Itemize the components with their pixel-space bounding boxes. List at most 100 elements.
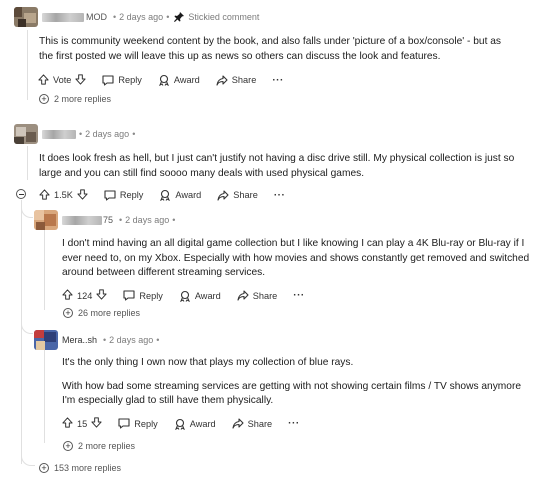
collapse-icon[interactable]: [16, 189, 26, 199]
more-replies-c1[interactable]: + 2 more replies: [39, 94, 111, 104]
award-icon: [158, 74, 169, 86]
share-icon: [232, 418, 244, 429]
expand-icon: +: [63, 308, 73, 318]
award-button[interactable]: Award: [159, 189, 201, 201]
more-icon[interactable]: ···: [274, 190, 286, 201]
timestamp[interactable]: 2 days ago: [119, 12, 163, 22]
reply-label: Reply: [118, 75, 142, 85]
expand-icon: +: [39, 463, 49, 473]
username[interactable]: MOD: [86, 12, 107, 22]
share-label: Share: [231, 75, 257, 85]
avatar[interactable]: [14, 124, 38, 144]
award-label: Award: [189, 418, 216, 429]
share-icon: [217, 189, 229, 201]
vote-count: 15: [77, 418, 88, 429]
award-icon: [174, 418, 185, 430]
comment-text: It does look fresh as hell, but I just c…: [39, 153, 515, 179]
downvote-icon[interactable]: [77, 188, 88, 202]
upvote-icon[interactable]: [62, 289, 73, 302]
award-button[interactable]: Award: [174, 418, 216, 430]
comment-body: It's the only thing I own now that plays…: [62, 356, 534, 409]
award-label: Award: [194, 290, 221, 301]
meta-separator: •: [166, 12, 170, 22]
expand-icon: +: [63, 441, 73, 451]
more-replies-label: 26 more replies: [78, 308, 141, 318]
thread-line-main: [21, 200, 22, 464]
more-replies-c3[interactable]: + 26 more replies: [63, 308, 140, 318]
comment: 75 • 2 days ago • I don't mind having an…: [34, 210, 539, 306]
vote-group: 1.5K: [39, 188, 88, 202]
more-replies-label: 2 more replies: [78, 441, 136, 451]
timestamp[interactable]: 2 days ago: [85, 129, 129, 139]
avatar[interactable]: [14, 7, 38, 27]
comment-text: I don't mind having an all digital game …: [62, 238, 530, 278]
award-icon: [179, 290, 190, 302]
upvote-icon[interactable]: [38, 73, 49, 87]
comment-text: This is community weekend content by the…: [39, 36, 502, 62]
reply-button[interactable]: Reply: [102, 74, 142, 86]
vote-group: 15: [62, 417, 102, 430]
reply-button[interactable]: Reply: [118, 418, 158, 429]
share-icon: [216, 74, 228, 86]
more-replies-c4[interactable]: + 2 more replies: [63, 441, 135, 451]
share-label: Share: [252, 290, 278, 301]
comment-header: 75 • 2 days ago •: [34, 210, 539, 230]
award-label: Award: [173, 75, 200, 85]
vote-count: 124: [77, 290, 93, 301]
meta-separator: •: [113, 12, 117, 22]
thread-branch-c3: [21, 206, 33, 218]
vote-label: Vote: [53, 75, 72, 85]
more-icon[interactable]: ···: [288, 418, 300, 429]
reply-icon: [118, 418, 130, 429]
timestamp[interactable]: 2 days ago: [109, 335, 153, 345]
stickied-label: Stickied comment: [188, 12, 260, 22]
comment-actions: Vote Reply Award Share ···: [38, 70, 534, 90]
comment: Mera..sh • 2 days ago • It's the only th…: [34, 330, 539, 434]
username-redacted: [62, 215, 102, 225]
vote-count: 1.5K: [54, 190, 73, 200]
comment-stickied: MOD • 2 days ago • Stickied comment This…: [14, 7, 534, 90]
avatar[interactable]: [34, 210, 58, 230]
more-icon[interactable]: ···: [272, 75, 284, 86]
upvote-icon[interactable]: [62, 417, 73, 430]
comment-body: I don't mind having an all digital game …: [62, 237, 534, 281]
meta-separator: •: [103, 335, 107, 345]
share-button[interactable]: Share: [232, 418, 273, 429]
reply-icon: [123, 290, 135, 301]
username-redacted: [42, 12, 84, 22]
thread-branch-c4: [21, 322, 33, 334]
more-replies-thread[interactable]: + 153 more replies: [39, 463, 121, 473]
award-button[interactable]: Award: [158, 74, 200, 86]
comment-text: It's the only thing I own now that plays…: [62, 357, 354, 368]
share-label: Share: [247, 418, 273, 429]
comment: • 2 days ago • It does look fresh as hel…: [14, 124, 539, 205]
reply-button[interactable]: Reply: [123, 290, 163, 301]
more-icon[interactable]: ···: [293, 290, 305, 301]
meta-separator: •: [132, 129, 136, 139]
meta-separator: •: [79, 129, 83, 139]
reply-icon: [102, 74, 114, 86]
username[interactable]: 75: [103, 215, 113, 225]
meta-separator: •: [156, 335, 160, 345]
share-button[interactable]: Share: [237, 290, 278, 301]
share-button[interactable]: Share: [216, 74, 257, 86]
comment-body: It does look fresh as hell, but I just c…: [39, 152, 539, 181]
downvote-icon[interactable]: [91, 417, 102, 430]
avatar[interactable]: [34, 330, 58, 350]
username[interactable]: Mera..sh: [62, 335, 97, 345]
downvote-icon[interactable]: [75, 73, 86, 87]
share-button[interactable]: Share: [217, 189, 258, 201]
reply-label: Reply: [134, 418, 158, 429]
vote-group: 124: [62, 289, 107, 302]
comment-text: With how bad some streaming services are…: [62, 380, 522, 407]
reply-button[interactable]: Reply: [104, 189, 143, 201]
comment-actions: 1.5K Reply Award Share ···: [39, 185, 539, 205]
award-button[interactable]: Award: [179, 290, 221, 302]
upvote-icon[interactable]: [39, 188, 50, 202]
downvote-icon[interactable]: [96, 289, 107, 302]
award-icon: [160, 189, 171, 201]
timestamp[interactable]: 2 days ago: [125, 215, 169, 225]
more-replies-label: 153 more replies: [54, 463, 122, 473]
meta-separator: •: [172, 215, 176, 225]
thread-branch-more: [21, 452, 35, 466]
